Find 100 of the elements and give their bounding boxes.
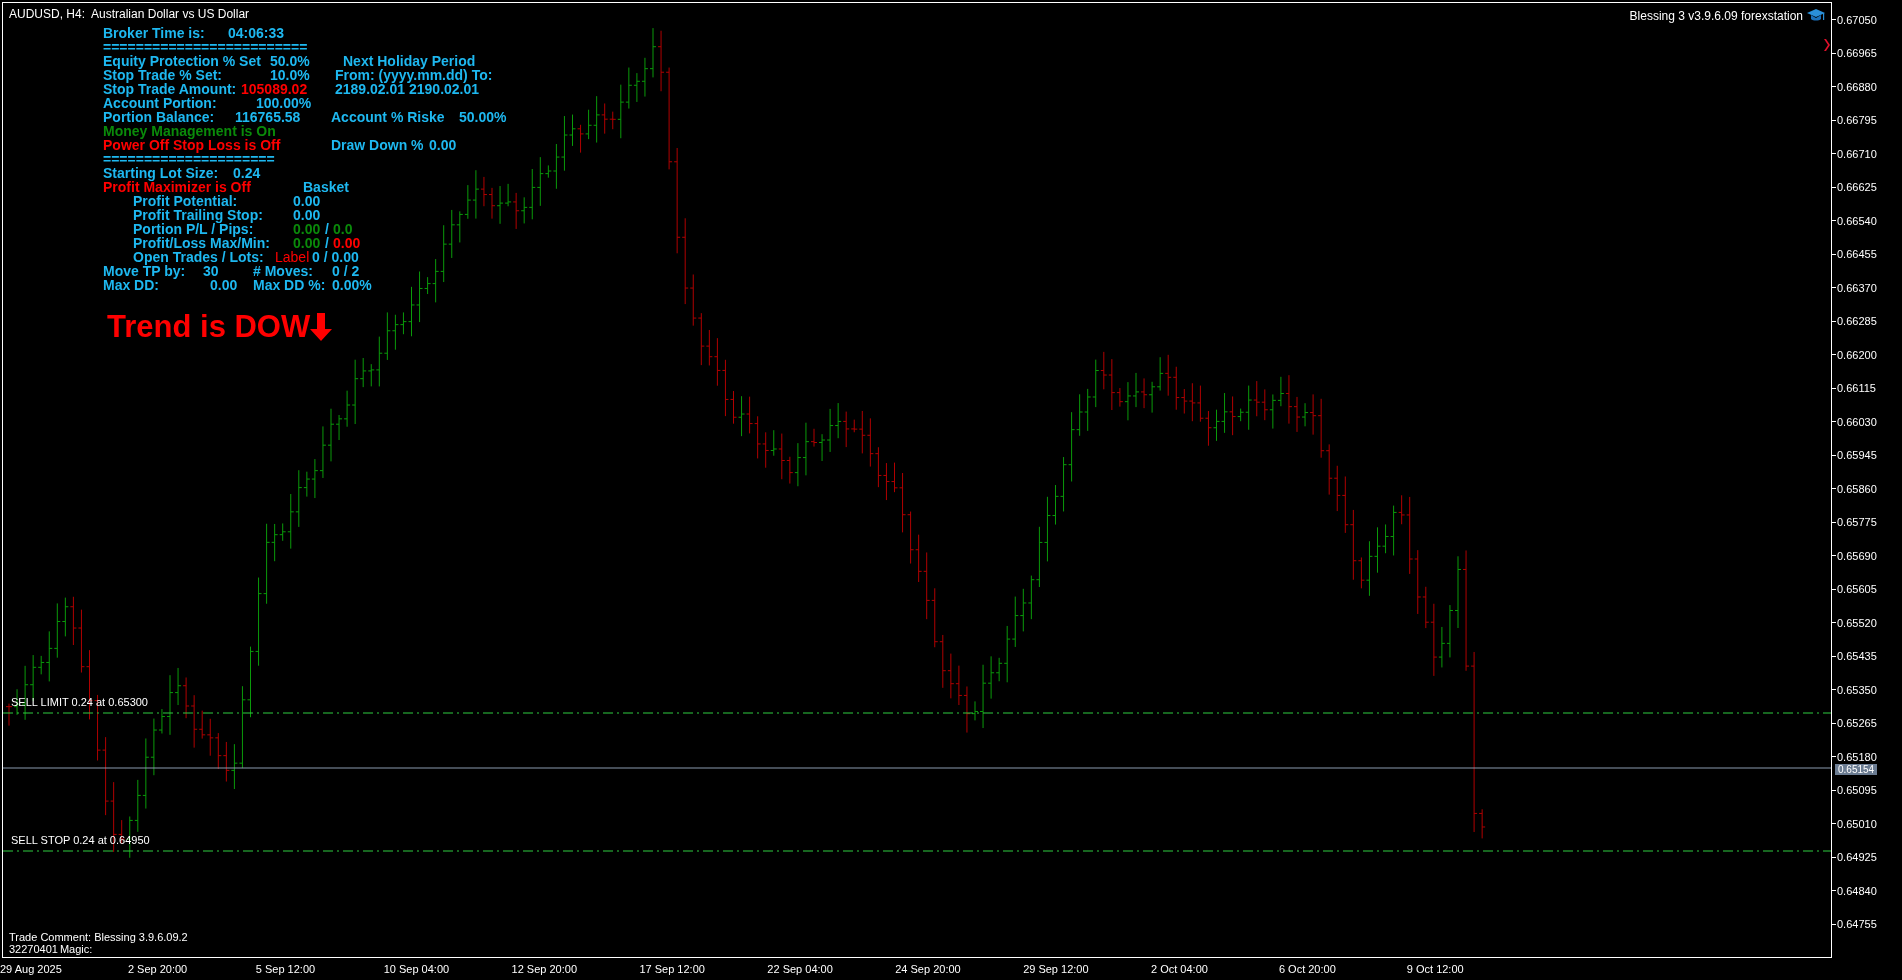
time-label: 12 Sep 20:00	[511, 963, 578, 975]
panel-text: Max DD %:	[253, 278, 326, 292]
panel-text: /	[325, 236, 329, 250]
panel-text: Account Portion:	[103, 96, 217, 110]
panel-text: Starting Lot Size:	[103, 166, 219, 180]
graduation-cap-icon	[1807, 9, 1825, 23]
price-label: 0.65605	[1837, 583, 1877, 596]
panel-text: 0.00	[429, 138, 457, 152]
trade-comment: Trade Comment: Blessing 3.9.6.09.2	[9, 931, 188, 943]
time-label: 29 Aug 2025	[0, 963, 63, 975]
panel-text: Profit Potential:	[133, 194, 238, 208]
panel-text: Stop Trade Amount:	[103, 82, 237, 96]
price-label: 0.66795	[1837, 114, 1877, 127]
panel-text: Money Management is On	[103, 124, 276, 138]
panel-text: 30	[203, 264, 219, 278]
panel-text: Profit Maximizer is Off	[103, 180, 251, 194]
panel-text: Next Holiday Period	[343, 54, 476, 68]
panel-text: Profit/Loss Max/Min:	[133, 236, 270, 250]
panel-text: Portion P/L / Pips:	[133, 222, 254, 236]
price-label: 0.66115	[1837, 382, 1876, 395]
time-label: 17 Sep 12:00	[639, 963, 706, 975]
price-label: 0.65180	[1837, 750, 1877, 763]
panel-text: 0.00	[293, 222, 321, 236]
panel-text: 0.00	[210, 278, 238, 292]
price-label: 0.66030	[1837, 415, 1877, 428]
price-label: 0.66540	[1837, 214, 1877, 227]
panel-text: 0.00	[293, 236, 321, 250]
magic-number: 32270401	[9, 943, 58, 955]
panel-text: 0.24	[233, 166, 261, 180]
panel-text: 0.00	[333, 236, 361, 250]
panel-text: Stop Trade % Set:	[103, 68, 223, 82]
time-label: 6 Oct 20:00	[1278, 963, 1337, 975]
panel-text: 50.0%	[270, 54, 310, 68]
down-arrow-icon	[310, 313, 333, 341]
chart-title: AUDUSD, H4: Australian Dollar vs US Dollar	[9, 7, 250, 21]
panel-text: Broker Time is:	[103, 26, 205, 40]
price-label: 0.66200	[1837, 348, 1877, 361]
price-label: 0.64925	[1837, 851, 1877, 864]
time-label: 22 Sep 04:00	[767, 963, 834, 975]
panel-text: Max DD:	[103, 278, 159, 292]
panel-text: Account % Riske	[331, 110, 445, 124]
price-label: 0.67050	[1837, 13, 1877, 26]
panel-text: Basket	[303, 180, 349, 194]
panel-text: From: (yyyy.mm.dd) To:	[335, 68, 493, 82]
time-label: 2 Oct 04:00	[1151, 963, 1209, 975]
current-price-badge: 0.65154	[1835, 764, 1878, 775]
price-label: 0.65265	[1837, 717, 1877, 730]
panel-text: 2190.02.01	[409, 82, 480, 96]
panel-text: 0.00	[293, 194, 321, 208]
price-label: 0.64755	[1837, 918, 1877, 931]
price-label: 0.66625	[1837, 181, 1877, 194]
time-label: 9 Oct 12:00	[1406, 963, 1465, 975]
time-label: 29 Sep 12:00	[1023, 963, 1090, 975]
panel-text: 105089.02	[241, 82, 308, 96]
price-label: 0.65860	[1837, 482, 1877, 495]
price-label: 0.64840	[1837, 884, 1877, 897]
panel-text: Draw Down %	[331, 138, 424, 152]
panel-text: # Moves:	[253, 264, 313, 278]
time-label: 2 Sep 20:00	[127, 963, 189, 975]
panel-text: 2189.02.01	[335, 82, 406, 96]
price-label: 0.65095	[1837, 784, 1877, 797]
time-label: 24 Sep 20:00	[895, 963, 962, 975]
panel-text: 100.00%	[256, 96, 312, 110]
price-label: 0.65690	[1837, 549, 1877, 562]
panel-text: 0.00	[293, 208, 321, 222]
price-label: 0.65350	[1837, 683, 1877, 696]
panel-text: Portion Balance:	[103, 110, 215, 124]
price-label: 0.66710	[1837, 147, 1877, 160]
panel-text: Open Trades / Lots:	[133, 250, 264, 264]
time-label: 10 Sep 04:00	[383, 963, 451, 975]
panel-text: /	[325, 222, 329, 236]
price-label: 0.66455	[1837, 248, 1877, 261]
chevron-right-icon	[1824, 39, 1830, 51]
expert-name: Blessing 3 v3.9.6.09 forexstation	[1629, 9, 1803, 23]
price-label: 0.65520	[1837, 616, 1877, 629]
panel-text: 10.0%	[270, 68, 310, 82]
price-label: 0.65945	[1837, 449, 1877, 462]
price-label: 0.66285	[1837, 315, 1877, 328]
panel-text: Move TP by:	[103, 264, 186, 278]
price-label: 0.65775	[1837, 516, 1877, 529]
panel-text: Equity Protection % Set	[103, 54, 261, 68]
panel-text: =====================	[103, 152, 275, 166]
placeholder-label: Label	[275, 250, 310, 264]
magic-label: Magic:	[59, 943, 93, 955]
panel-text: 0.0	[333, 222, 353, 236]
price-label: 0.65435	[1837, 650, 1877, 663]
panel-text: 116765.58	[235, 110, 301, 124]
trend-text: Trend is DOW	[107, 309, 311, 345]
time-label: 5 Sep 12:00	[255, 963, 317, 975]
panel-text: 04:06:33	[228, 26, 285, 40]
price-label: 0.66965	[1837, 47, 1877, 60]
panel-text: 50.00%	[459, 110, 507, 124]
panel-text: =========================	[103, 40, 308, 54]
panel-text: Power Off Stop Loss is Off	[103, 138, 281, 152]
panel-text: 0 / 2	[332, 264, 360, 278]
panel-text: 0 / 0.00	[312, 250, 359, 264]
panel-text: 0.00%	[332, 278, 372, 292]
panel-text: Profit Trailing Stop:	[133, 208, 263, 222]
price-label: 0.66370	[1837, 281, 1877, 294]
price-label: 0.65010	[1837, 817, 1877, 830]
